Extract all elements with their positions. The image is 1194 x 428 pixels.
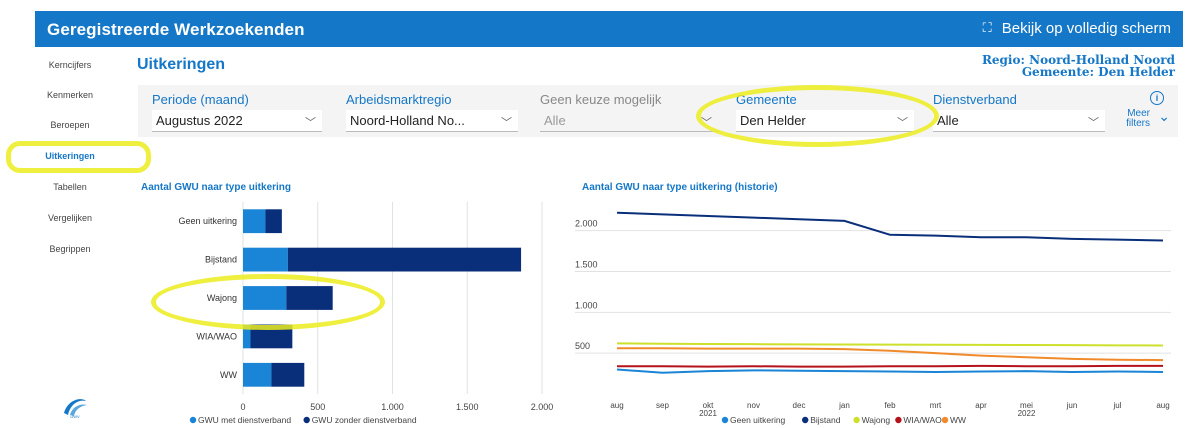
x-year-label: 2022 <box>1018 409 1036 418</box>
app-title: Geregistreerde Werkzoekenden <box>47 20 305 39</box>
bar-1-1 <box>287 247 522 272</box>
svg-text:UWV: UWV <box>70 414 80 419</box>
bar-1-0 <box>265 209 282 234</box>
uwv-logo: UWV <box>64 399 87 419</box>
legend-dot <box>802 416 809 424</box>
x-tick-label: sep <box>656 401 669 410</box>
legend-label: GWU zonder dienstverband <box>312 415 417 425</box>
x-tick-label: apr <box>975 401 987 410</box>
sidebar-item-beroepen[interactable]: Beroepen <box>20 120 120 130</box>
line-chart: 5001.0001.5002.000aug sep okt nov dec jan feb m… <box>575 194 1179 426</box>
more-filters-button[interactable]: Meer filters ⌄ <box>1126 108 1170 129</box>
y-tick-label: 2.000 <box>575 219 598 229</box>
y-tick-label: 1.000 <box>575 300 598 310</box>
x-tick-label: 1.000 <box>381 402 404 412</box>
info-icon[interactable]: i <box>1150 91 1164 105</box>
sidebar-item-kenmerken[interactable]: Kenmerken <box>20 90 120 100</box>
legend-dot <box>853 416 860 424</box>
x-year-label: 2021 <box>699 409 717 418</box>
legend-dot <box>941 416 949 424</box>
x-tick-label: aug <box>610 401 623 410</box>
series-line-4 <box>617 347 1164 362</box>
legend-label: WIA/WAO <box>903 415 942 425</box>
chevron-down-icon: ﹀ <box>501 116 512 129</box>
filter-bar: Periode (maand) Augustus 2022 ﹀ Arbeidsma… <box>138 85 1178 137</box>
series-line-1 <box>616 211 1164 242</box>
legend-dot <box>895 416 902 424</box>
filter-label: Geen keuze mogelijk <box>540 92 662 107</box>
filter-label: Periode (maand) <box>152 92 249 107</box>
sidebar-item-tabellen[interactable]: Tabellen <box>20 182 120 192</box>
category-label: WIA/WAO <box>196 331 237 341</box>
fullscreen-button[interactable]: ⛶ Bekijk op volledig scherm <box>983 20 1171 37</box>
sidebar-item-vergelijken[interactable]: Vergelijken <box>20 213 120 223</box>
bar-0-0 <box>243 209 266 234</box>
arbeidsmarktregio-select[interactable]: Noord-Holland No... ﹀ <box>346 110 518 132</box>
select-value: Noord-Holland No... <box>350 113 465 128</box>
double-chevron-down-icon: ⌄ <box>1158 108 1170 124</box>
region-info: Regio: Noord-Holland Noord Gemeente: Den… <box>982 54 1175 78</box>
x-tick-label: 2.000 <box>531 402 554 412</box>
select-value: Augustus 2022 <box>156 113 243 128</box>
filter-arbeidsmarktregio: Arbeidsmarktregio Noord-Holland No... ﹀ <box>346 92 518 132</box>
disabled-select: Alle ﹀ <box>540 110 718 132</box>
page-title: Uitkeringen <box>137 56 226 73</box>
sidebar: Kerncijfers Kenmerken Beroepen Uitkering… <box>20 50 120 428</box>
highlight-wajong <box>151 274 385 330</box>
bar-legend: GWU met dienstverband GWU zonder dienstve… <box>189 415 417 425</box>
legend-dot <box>303 416 310 424</box>
fullscreen-icon: ⛶ <box>982 21 992 36</box>
x-tick-label: nov <box>747 401 760 410</box>
filter-label: Dienstverband <box>933 92 1017 107</box>
legend-label: Geen uitkering <box>730 415 786 425</box>
x-tick-label: aug <box>1156 401 1169 410</box>
main-content: Uitkeringen Regio: Noord-Holland Noord G… <box>127 48 1187 428</box>
select-value: Alle <box>544 113 566 128</box>
x-tick-label: dec <box>793 401 806 410</box>
line-chart-title: Aantal GWU naar type uitkering (historie… <box>582 182 778 193</box>
bar-0-4 <box>243 362 272 387</box>
legend-label: Bijstand <box>810 415 841 425</box>
category-label: Bijstand <box>205 255 237 265</box>
x-tick-label: mrt <box>930 401 942 410</box>
series-line-3 <box>617 364 1163 368</box>
fullscreen-label: Bekijk op volledig scherm <box>1001 20 1171 37</box>
y-tick-label: 1.500 <box>575 260 598 270</box>
x-tick-label: feb <box>884 401 896 410</box>
legend-label: GWU met dienstverband <box>198 415 291 425</box>
category-label: WW <box>220 370 237 380</box>
sidebar-item-kerncijfers[interactable]: Kerncijfers <box>20 60 120 70</box>
x-tick-label: 500 <box>310 402 325 412</box>
series-line-0 <box>616 368 1164 374</box>
filter-geen-keuze: Geen keuze mogelijk Alle ﹀ <box>540 92 718 132</box>
line-legend: Geen uitkering Bijstand Wajong WIA/WAO WW <box>721 415 966 425</box>
periode-select[interactable]: Augustus 2022 ﹀ <box>152 110 322 132</box>
dienstverband-select[interactable]: Alle ﹀ <box>933 110 1105 132</box>
x-tick-label: jun <box>1066 401 1078 410</box>
bar-1-4 <box>271 362 305 387</box>
chevron-down-icon: ﹀ <box>1088 116 1099 129</box>
bar-0-1 <box>243 247 288 272</box>
chevron-down-icon: ﹀ <box>305 116 316 129</box>
sidebar-item-begrippen[interactable]: Begrippen <box>20 244 120 254</box>
filter-label: Arbeidsmarktregio <box>346 92 452 107</box>
filter-periode: Periode (maand) Augustus 2022 ﹀ <box>152 92 322 132</box>
y-tick-label: 500 <box>575 341 590 351</box>
series-line-2 <box>616 342 1164 347</box>
highlight-gemeente <box>696 85 939 147</box>
x-tick-label: jul <box>1112 401 1121 410</box>
municipality-line: Gemeente: Den Helder <box>1021 65 1175 79</box>
x-tick-label: jan <box>838 401 850 410</box>
filter-dienstverband: Dienstverband Alle ﹀ <box>933 92 1105 132</box>
legend-label: WW <box>950 415 966 425</box>
x-tick-label: 0 <box>240 402 245 412</box>
legend-label: Wajong <box>862 415 891 425</box>
select-value: Alle <box>937 113 959 128</box>
legend-dot <box>189 416 197 424</box>
bar-chart-title: Aantal GWU naar type uitkering <box>141 182 292 193</box>
category-label: Geen uitkering <box>178 216 237 226</box>
x-tick-label: 1.500 <box>456 402 479 412</box>
legend-dot <box>721 416 729 424</box>
app-header: Geregistreerde Werkzoekenden ⛶ Bekijk op… <box>35 11 1183 47</box>
